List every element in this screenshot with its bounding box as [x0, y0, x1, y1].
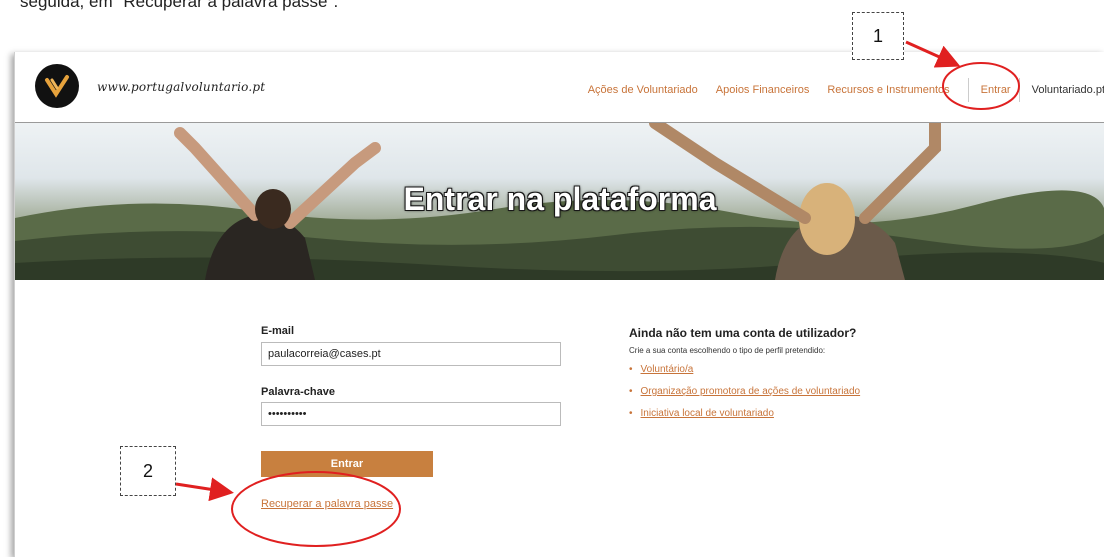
- logo-wordmark[interactable]: www.portugalvoluntario.pt: [97, 80, 265, 94]
- nav-divider: [967, 78, 969, 102]
- profile-type-organization[interactable]: • Organização promotora de ações de volun…: [629, 386, 860, 397]
- nav-acoes-voluntariado[interactable]: Ações de Voluntariado: [588, 84, 698, 96]
- browser-page: www.portugalvoluntario.pt Ações de Volun…: [14, 52, 1104, 557]
- register-subtitle: Crie a sua conta escolhendo o tipo de pe…: [629, 346, 826, 355]
- callout-step-2: 2: [120, 446, 176, 496]
- profile-type-label: Iniciativa local de voluntariado: [640, 408, 774, 419]
- logo-icon[interactable]: [35, 64, 79, 108]
- document-instruction-text: seguida, em "Recuperar a palavra passe".: [20, 0, 339, 11]
- nav-apoios-financeiros[interactable]: Apoios Financeiros: [716, 84, 810, 96]
- profile-type-label: Voluntário/a: [640, 364, 694, 375]
- bullet-icon: •: [629, 408, 633, 419]
- bullet-icon: •: [629, 364, 633, 375]
- nav-recursos-instrumentos[interactable]: Recursos e Instrumentos: [827, 84, 949, 96]
- site-name[interactable]: Voluntariado.pt: [1032, 84, 1104, 96]
- nav-divider: [1018, 78, 1020, 102]
- logo-v-mark-icon: [45, 75, 69, 98]
- nav-login-link[interactable]: Entrar: [981, 84, 1011, 96]
- bullet-icon: •: [629, 386, 633, 397]
- hero-banner: Entrar na plataforma: [15, 123, 1104, 280]
- password-label: Palavra-chave: [261, 386, 335, 398]
- register-title: Ainda não tem uma conta de utilizador?: [629, 326, 857, 340]
- email-label: E-mail: [261, 325, 295, 337]
- callout-step-1: 1: [852, 12, 904, 60]
- recover-password-link[interactable]: Recuperar a palavra passe: [261, 498, 393, 510]
- email-field[interactable]: [261, 342, 561, 366]
- hero-title: Entrar na plataforma: [403, 181, 717, 217]
- password-field[interactable]: [261, 402, 561, 426]
- profile-type-list: • Voluntário/a • Organização promotora de …: [629, 364, 860, 430]
- profile-type-local-initiative[interactable]: • Iniciativa local de voluntariado: [629, 408, 860, 419]
- profile-type-volunteer[interactable]: • Voluntário/a: [629, 364, 860, 375]
- main-nav: Ações de Voluntariado Apoios Financeiros…: [588, 78, 1104, 102]
- profile-type-label: Organização promotora de ações de volunt…: [640, 386, 861, 397]
- login-submit-button[interactable]: Entrar: [261, 451, 433, 477]
- site-navbar: www.portugalvoluntario.pt Ações de Volun…: [15, 52, 1104, 124]
